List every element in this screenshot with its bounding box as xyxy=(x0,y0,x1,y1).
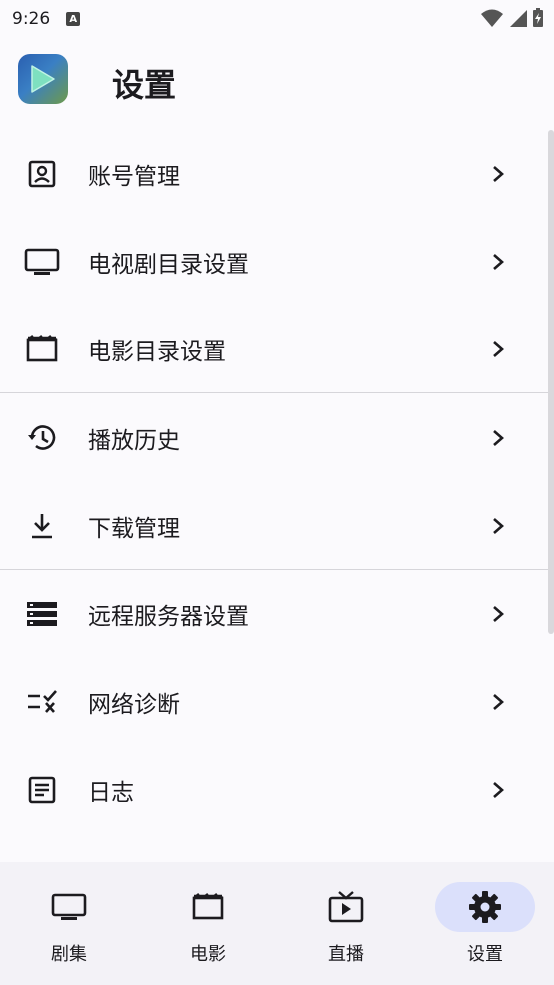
nav-pill xyxy=(158,882,258,932)
divider xyxy=(0,392,548,393)
setting-label: 下载管理 xyxy=(88,516,180,542)
chevron-right-icon xyxy=(486,602,510,626)
nav-pill xyxy=(19,882,119,932)
status-indicators xyxy=(480,8,544,28)
play-logo-icon xyxy=(31,65,55,93)
chevron-right-icon xyxy=(486,337,510,361)
setting-label: 账号管理 xyxy=(88,164,180,190)
status-time: 9:26 xyxy=(12,9,51,29)
gear-icon xyxy=(469,891,501,923)
setting-item-downloads[interactable]: 下载管理 xyxy=(0,482,546,570)
setting-item-movie-directory[interactable]: 电影目录设置 xyxy=(0,305,546,393)
nav-tab-movies[interactable]: 电影 xyxy=(158,882,258,972)
app-bar: 设置 xyxy=(0,38,554,126)
nav-label: 电影 xyxy=(190,944,226,965)
chevron-right-icon xyxy=(486,426,510,450)
checklist-icon xyxy=(24,684,60,720)
setting-label: 网络诊断 xyxy=(88,692,180,718)
setting-label: 远程服务器设置 xyxy=(88,604,249,630)
setting-item-remote-server[interactable]: 远程服务器设置 xyxy=(0,570,546,658)
setting-item-log[interactable]: 日志 xyxy=(0,746,546,834)
signal-icon xyxy=(510,10,527,27)
nav-tab-live[interactable]: 直播 xyxy=(296,882,396,972)
setting-item-account[interactable]: 账号管理 xyxy=(0,130,546,218)
chevron-right-icon xyxy=(486,250,510,274)
setting-item-tv-directory[interactable]: 电视剧目录设置 xyxy=(0,218,546,306)
download-icon xyxy=(24,508,60,544)
tv-icon xyxy=(51,893,87,920)
setting-label: 电影目录设置 xyxy=(88,339,226,365)
movie-clapper-icon xyxy=(192,892,224,920)
chevron-right-icon xyxy=(486,690,510,714)
nav-label: 剧集 xyxy=(51,944,87,965)
settings-list: 账号管理 电视剧目录设置 电影目录设置 播放历史 下载管理 远程服务器设置 网络… xyxy=(0,130,554,862)
chevron-right-icon xyxy=(486,778,510,802)
nav-pill xyxy=(296,882,396,932)
setting-label: 播放历史 xyxy=(88,428,180,454)
setting-label: 日志 xyxy=(88,780,134,806)
nav-tab-settings[interactable]: 设置 xyxy=(435,882,535,972)
setting-item-history[interactable]: 播放历史 xyxy=(0,394,546,482)
chevron-right-icon xyxy=(486,514,510,538)
nav-tab-series[interactable]: 剧集 xyxy=(19,882,119,972)
nav-label: 直播 xyxy=(328,944,364,965)
article-icon xyxy=(24,772,60,808)
app-logo xyxy=(18,54,68,104)
page-title: 设置 xyxy=(112,66,177,104)
server-icon xyxy=(24,596,60,632)
tv-icon xyxy=(24,244,60,280)
bottom-navigation: 剧集 电影 直播 设置 xyxy=(0,862,554,985)
nav-label: 设置 xyxy=(467,944,503,965)
history-icon xyxy=(24,420,60,456)
wifi-icon xyxy=(481,9,503,27)
movie-clapper-icon xyxy=(24,331,60,367)
live-tv-icon xyxy=(328,891,364,923)
notification-icon: A xyxy=(66,12,81,26)
setting-item-network-diagnosis[interactable]: 网络诊断 xyxy=(0,658,546,746)
setting-label: 电视剧目录设置 xyxy=(88,252,249,278)
account-box-icon xyxy=(24,156,60,192)
battery-icon xyxy=(533,8,543,27)
status-bar: 9:26 A xyxy=(0,0,554,38)
nav-pill-active xyxy=(435,882,535,932)
chevron-right-icon xyxy=(486,162,510,186)
